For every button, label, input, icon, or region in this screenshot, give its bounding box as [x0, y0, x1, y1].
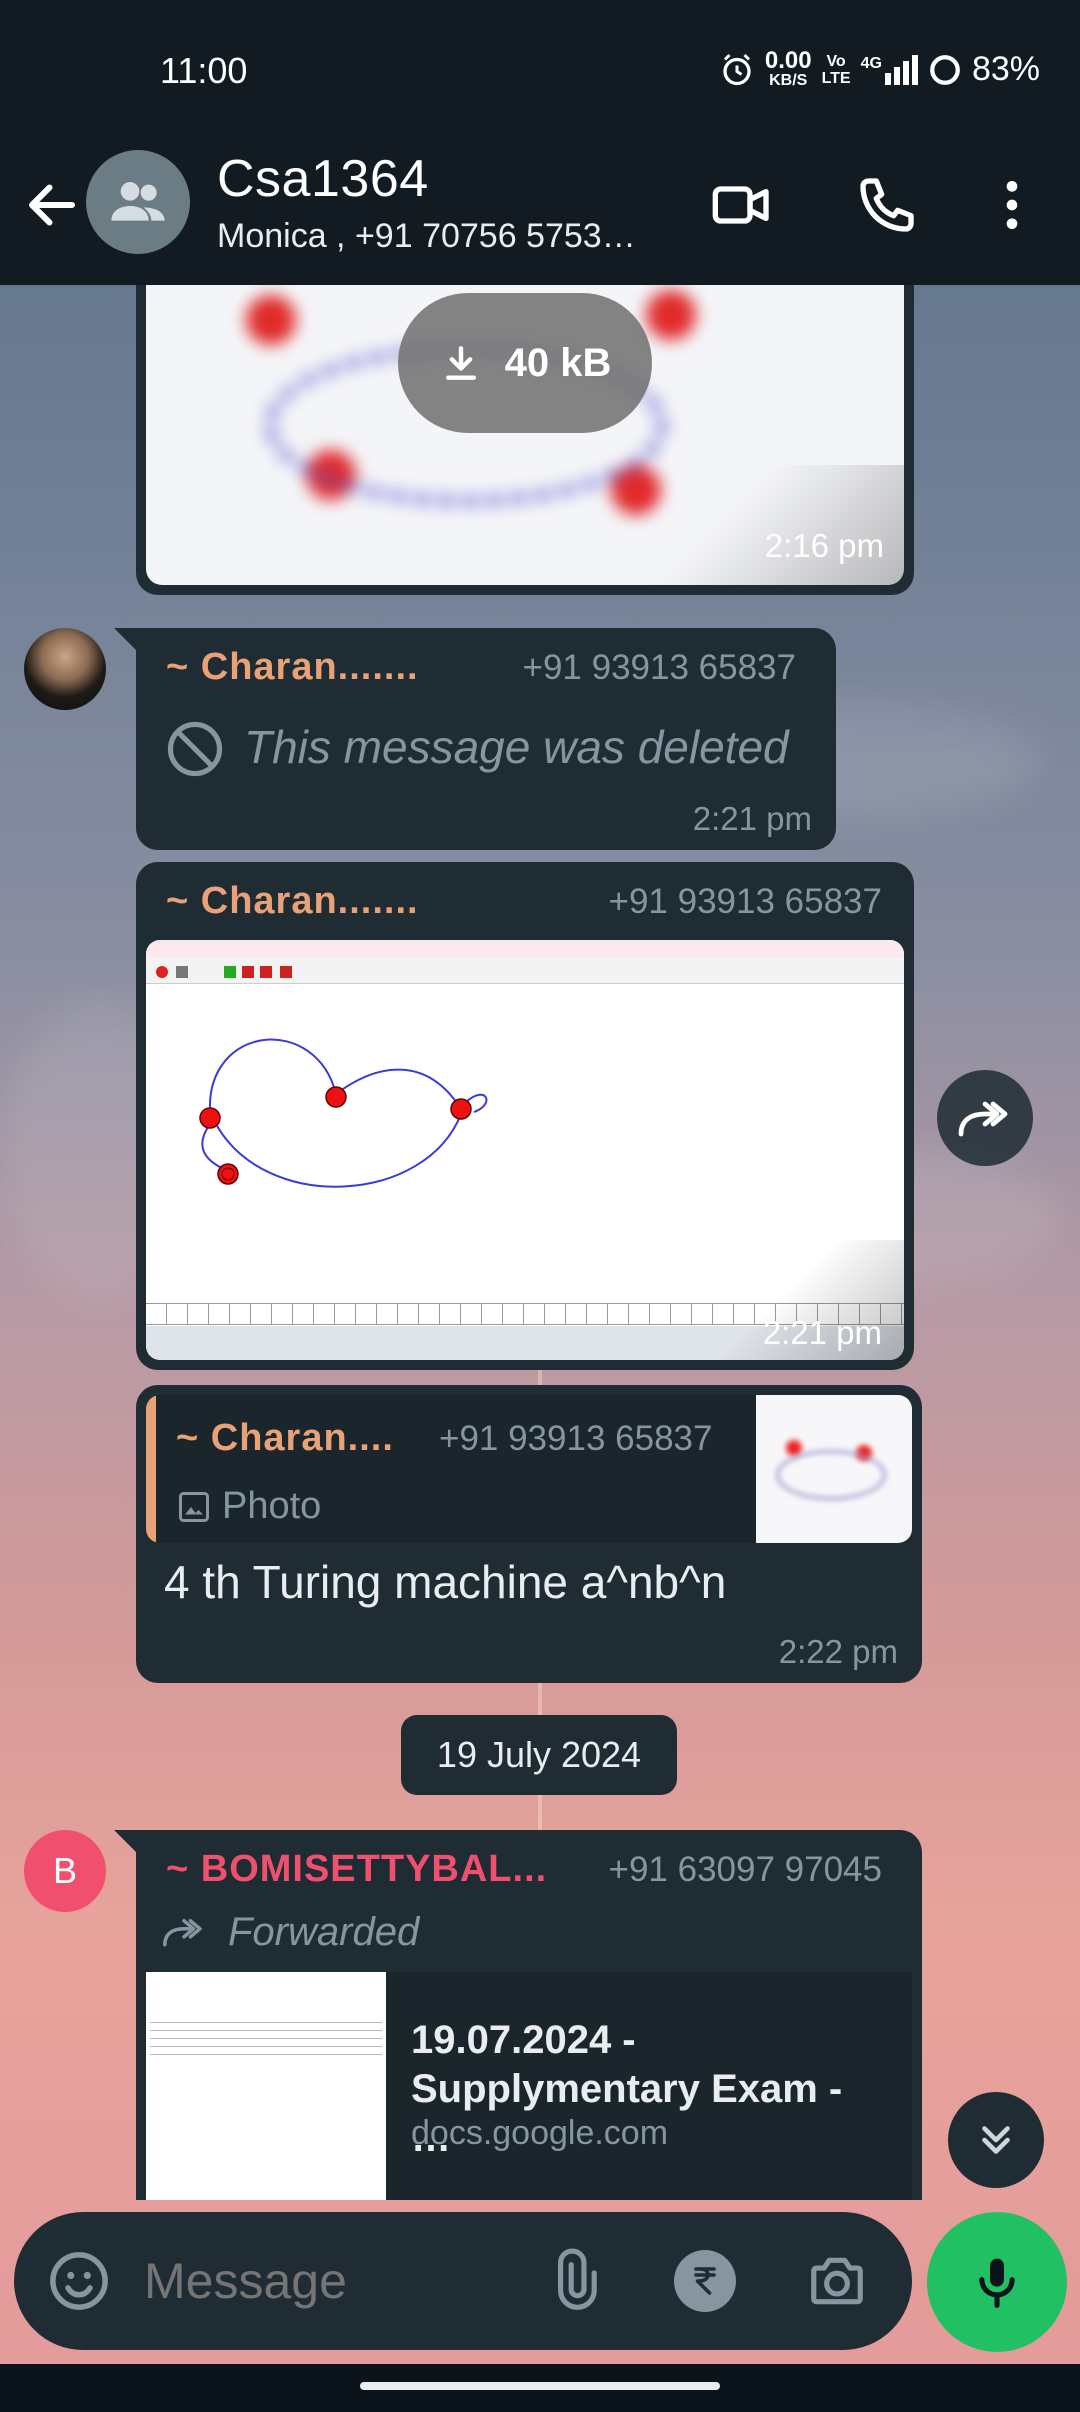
- download-icon: [445, 346, 476, 380]
- back-arrow-icon[interactable]: [22, 175, 82, 235]
- group-icon: [111, 182, 165, 221]
- more-options-icon[interactable]: [980, 173, 1044, 237]
- emoji-icon[interactable]: [46, 2248, 112, 2314]
- quoted-type: Photo: [222, 1485, 322, 1527]
- download-button[interactable]: 40 kB: [398, 293, 652, 433]
- forward-button[interactable]: [937, 1070, 1033, 1166]
- status-time: 11:00: [160, 50, 248, 91]
- quoted-message[interactable]: ~ Charan.... +91 93913 65837 Photo: [146, 1395, 912, 1543]
- quoted-thumbnail: [756, 1395, 912, 1543]
- sender-phone: +91 93913 65837: [522, 648, 796, 687]
- image-message-bubble[interactable]: 40 kB 2:16 pm: [136, 285, 914, 595]
- forward-icon: [958, 1101, 1008, 1137]
- message-time: 2:16 pm: [764, 527, 884, 564]
- bubble-tail: [114, 628, 138, 652]
- microphone-icon: [979, 2258, 1015, 2308]
- message-time: 2:21 pm: [762, 1314, 882, 1351]
- voice-record-button[interactable]: [927, 2212, 1067, 2352]
- sender-name[interactable]: ~ Charan.......: [166, 880, 419, 923]
- photo-attachment[interactable]: [146, 940, 904, 1360]
- quoted-phone: +91 93913 65837: [439, 1419, 713, 1458]
- sender-phone: +91 63097 97045: [608, 1850, 882, 1889]
- bubble-tail: [114, 1830, 138, 1854]
- status-icons: 0.00 KB/S Vo LTE 4G 83%: [719, 47, 1040, 90]
- sender-avatar[interactable]: [24, 628, 106, 710]
- payment-button[interactable]: [674, 2250, 736, 2312]
- message-time: 2:21 pm: [692, 800, 812, 837]
- signal-icon: 4G: [861, 54, 918, 85]
- alarm-icon: [723, 53, 751, 85]
- battery-ring-icon: [930, 54, 960, 85]
- volte-indicator: Vo LTE: [821, 52, 851, 87]
- message-text: 4 th Turing machine a^nb^n: [164, 1556, 727, 1608]
- link-preview[interactable]: 19.07.2024 - Supplymentary Exam - … docs…: [146, 1972, 912, 2200]
- camera-icon[interactable]: [804, 2250, 870, 2312]
- sender-phone: +91 93913 65837: [608, 882, 882, 921]
- forwarded-label: Forwarded: [228, 1910, 420, 1954]
- reply-message-bubble[interactable]: ~ Charan.... +91 93913 65837 Photo 4 th …: [136, 1385, 922, 1683]
- voice-call-icon[interactable]: [855, 173, 919, 237]
- status-bar: 11:00 0.00 KB/S Vo LTE 4G 83%: [0, 0, 1080, 145]
- deleted-text: This message was deleted: [244, 721, 789, 773]
- message-input[interactable]: [144, 2242, 524, 2320]
- link-domain: docs.google.com: [411, 2114, 669, 2152]
- message-time: 2:22 pm: [778, 1633, 898, 1670]
- deleted-message-bubble[interactable]: ~ Charan....... +91 93913 65837 This mes…: [136, 628, 836, 850]
- chat-title[interactable]: Csa1364: [217, 149, 429, 209]
- deleted-icon: [167, 721, 223, 777]
- home-indicator[interactable]: [360, 2382, 720, 2390]
- sender-name[interactable]: ~ BOMISETTYBAL...: [166, 1848, 547, 1891]
- battery-level: 83%: [971, 50, 1040, 88]
- link-thumbnail: [146, 1972, 386, 2200]
- net-speed: 0.00 KB/S: [764, 47, 812, 90]
- scroll-to-bottom-button[interactable]: [948, 2092, 1044, 2188]
- photo-message-bubble[interactable]: ~ Charan....... +91 93913 65837 2:21 pm: [136, 862, 914, 1370]
- sender-name[interactable]: ~ Charan.......: [166, 646, 419, 689]
- forwarded-message-bubble[interactable]: ~ BOMISETTYBAL... +91 63097 97045 Forwar…: [136, 1830, 922, 2200]
- rupee-icon: [694, 2267, 716, 2295]
- message-input-bar: [14, 2212, 912, 2350]
- quoted-sender: ~ Charan....: [176, 1417, 394, 1459]
- download-size: 40 kB: [504, 340, 612, 385]
- chat-members[interactable]: Monica , +91 70756 5753…: [217, 217, 667, 256]
- video-call-icon[interactable]: [710, 173, 774, 237]
- double-chevron-down-icon: [982, 2126, 1010, 2154]
- photo-icon: [179, 1492, 209, 1522]
- sender-avatar[interactable]: B: [24, 1830, 106, 1912]
- date-separator: 19 July 2024: [401, 1715, 677, 1795]
- chat-header: Csa1364 Monica , +91 70756 5753…: [0, 145, 1080, 285]
- forwarded-icon: [163, 1919, 202, 1947]
- attach-icon[interactable]: [542, 2248, 604, 2314]
- group-avatar[interactable]: [86, 150, 190, 254]
